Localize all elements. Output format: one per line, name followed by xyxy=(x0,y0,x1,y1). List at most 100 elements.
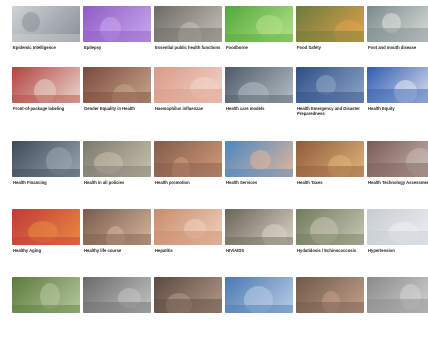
photo-image[interactable] xyxy=(154,277,222,313)
keyboard-hands-image[interactable] xyxy=(12,6,80,42)
topic-tile[interactable]: Health in all policies xyxy=(83,141,151,205)
topic-tile[interactable]: Front-of-package labeling xyxy=(12,67,80,131)
topic-tile[interactable]: Healthy life course xyxy=(83,209,151,273)
topic-tile[interactable]: HIV/AIDS xyxy=(225,209,293,273)
thumbnail-shape xyxy=(250,150,271,170)
trucks-image[interactable] xyxy=(296,67,364,103)
topic-label[interactable]: Haemophilus influenzae xyxy=(155,106,225,111)
topic-tile[interactable]: Health Technology Assessment xyxy=(367,141,428,205)
topic-label[interactable]: Health promotion xyxy=(155,180,225,185)
thumbnail-shape xyxy=(12,95,80,103)
hug-image[interactable] xyxy=(154,209,222,245)
community-image[interactable] xyxy=(154,141,222,177)
photo-image[interactable] xyxy=(296,277,364,313)
topic-label[interactable]: Healthy Aging xyxy=(13,248,83,253)
topic-tile[interactable]: Hydatidosis / Echinococcosis xyxy=(296,209,364,273)
topic-tile[interactable]: Gender Equality in Health xyxy=(83,67,151,131)
person-image[interactable] xyxy=(225,209,293,245)
topic-label[interactable]: Health Services xyxy=(226,180,296,185)
topic-label[interactable]: Epidemic Intelligence xyxy=(13,45,83,50)
photo-image[interactable] xyxy=(12,277,80,313)
topic-tile[interactable] xyxy=(367,277,428,341)
topic-label[interactable]: Foot and mouth disease xyxy=(368,45,428,50)
topic-tile[interactable]: Hepatitis xyxy=(154,209,222,273)
topic-tile[interactable]: Foodborne xyxy=(225,6,293,70)
topic-tile[interactable]: Health promotion xyxy=(154,141,222,205)
topic-tile[interactable]: Health care models xyxy=(225,67,293,131)
thumbnail-shape xyxy=(154,299,222,313)
topic-label[interactable]: Foodborne xyxy=(226,45,296,50)
topic-tile[interactable] xyxy=(225,277,293,341)
topic-tile[interactable] xyxy=(83,277,151,341)
topic-label[interactable]: Health Technology Assessment xyxy=(368,180,428,185)
topic-tile[interactable]: Epilepsy xyxy=(83,6,151,70)
clinic-image[interactable] xyxy=(225,67,293,103)
topic-tile[interactable]: Healthy Aging xyxy=(12,209,80,273)
topic-label[interactable]: Health Emergency and Disaster Preparedne… xyxy=(297,106,367,116)
crowd-image[interactable] xyxy=(154,6,222,42)
thumbnail-shape xyxy=(83,92,151,103)
topic-label[interactable]: Hydatidosis / Echinococcosis xyxy=(297,248,367,253)
topic-label[interactable]: Health Financing xyxy=(13,180,83,185)
topic-label[interactable]: Front-of-package labeling xyxy=(13,106,83,111)
thumbnail-shape xyxy=(367,299,428,313)
topic-label[interactable]: Health Equity xyxy=(368,106,428,111)
thumbnail-shape xyxy=(225,169,293,177)
topic-label[interactable]: Health in all policies xyxy=(84,180,154,185)
banner-image[interactable] xyxy=(367,67,428,103)
topics-grid: Epidemic Intelligence Epilepsy Essential p… xyxy=(0,0,428,313)
photo-image[interactable] xyxy=(367,277,428,313)
thumbnail-shape xyxy=(83,234,151,245)
blood-pressure-image[interactable] xyxy=(367,209,428,245)
photo-image[interactable] xyxy=(225,277,293,313)
thumbnail-shape xyxy=(296,234,364,245)
lettuce-image[interactable] xyxy=(225,6,293,42)
topic-label[interactable]: Hepatitis xyxy=(155,248,225,253)
topic-tile[interactable]: Health Emergency and Disaster Preparedne… xyxy=(296,67,364,131)
topic-tile[interactable]: Health Taxes xyxy=(296,141,364,205)
topic-label[interactable]: Food Safety xyxy=(297,45,367,50)
thumbnail-shape xyxy=(154,163,222,177)
topic-tile[interactable]: Foot and mouth disease xyxy=(367,6,428,70)
topic-tile[interactable]: Haemophilus influenzae xyxy=(154,67,222,131)
lab-image[interactable] xyxy=(367,141,428,177)
street-image[interactable] xyxy=(83,141,151,177)
purple-brain-image[interactable] xyxy=(83,6,151,42)
topic-tile[interactable] xyxy=(154,277,222,341)
topic-tile[interactable] xyxy=(296,277,364,341)
topic-tile[interactable]: Hypertension xyxy=(367,209,428,273)
topic-label[interactable]: Healthy life course xyxy=(84,248,154,253)
family-image[interactable] xyxy=(83,209,151,245)
topic-label[interactable]: Gender Equality in Health xyxy=(84,106,154,111)
thumbnail-shape xyxy=(154,28,222,42)
calculator-image[interactable] xyxy=(12,141,80,177)
thumbnail-shape xyxy=(22,12,40,32)
topic-label[interactable]: Epilepsy xyxy=(84,45,154,50)
topic-tile[interactable]: Health Equity xyxy=(367,67,428,131)
cattle-image[interactable] xyxy=(367,6,428,42)
women-image[interactable] xyxy=(83,67,151,103)
topic-tile[interactable] xyxy=(12,277,80,341)
topic-label[interactable]: Essential public health functions xyxy=(155,45,225,50)
child-thermometer-image[interactable] xyxy=(154,67,222,103)
doctor-patient-image[interactable] xyxy=(225,141,293,177)
thumbnail-shape xyxy=(296,92,364,103)
thumbnail-shape xyxy=(367,231,428,245)
photo-image[interactable] xyxy=(83,277,151,313)
topic-label[interactable]: Health Taxes xyxy=(297,180,367,185)
topic-tile[interactable]: Food Safety xyxy=(296,6,364,70)
topic-tile[interactable]: Essential public health functions xyxy=(154,6,222,70)
thumbnail-shape xyxy=(154,89,222,103)
supermarket-image[interactable] xyxy=(12,67,80,103)
drinks-image[interactable] xyxy=(296,141,364,177)
abstract-art-image[interactable] xyxy=(12,209,80,245)
thumbnail-shape xyxy=(225,34,293,42)
vegetables-image[interactable] xyxy=(296,6,364,42)
topic-tile[interactable]: Health Services xyxy=(225,141,293,205)
topic-label[interactable]: HIV/AIDS xyxy=(226,248,296,253)
sheep-image[interactable] xyxy=(296,209,364,245)
topic-tile[interactable]: Epidemic Intelligence xyxy=(12,6,80,70)
topic-tile[interactable]: Health Financing xyxy=(12,141,80,205)
topic-label[interactable]: Health care models xyxy=(226,106,296,111)
topic-label[interactable]: Hypertension xyxy=(368,248,428,253)
